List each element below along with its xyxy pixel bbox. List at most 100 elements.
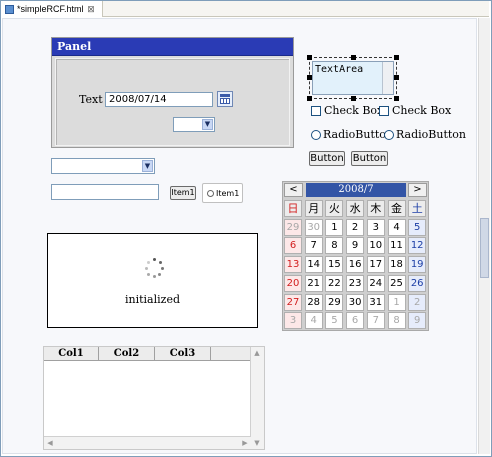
calendar-weekday: 火 — [325, 200, 344, 217]
radio-2[interactable] — [384, 130, 394, 140]
resize-handle[interactable] — [394, 75, 399, 80]
calendar-day[interactable]: 5 — [325, 312, 344, 330]
calendar-prev-button[interactable]: < — [284, 183, 303, 197]
calendar-day[interactable]: 17 — [366, 256, 385, 274]
resize-handle[interactable] — [307, 96, 312, 101]
calendar-day[interactable]: 11 — [387, 237, 406, 255]
calendar-day[interactable]: 27 — [284, 293, 302, 311]
calendar-day[interactable]: 9 — [346, 237, 365, 255]
column-header[interactable]: Col3 — [155, 347, 211, 361]
chevron-down-icon[interactable]: ▼ — [142, 160, 153, 172]
calendar-weekday: 土 — [408, 200, 427, 217]
button-2[interactable]: Button — [351, 151, 388, 166]
item-button[interactable]: Item1 — [170, 186, 196, 200]
calendar-day[interactable]: 8 — [387, 312, 406, 330]
calendar-day[interactable]: 1 — [387, 293, 406, 311]
calendar-next-button[interactable]: > — [408, 183, 427, 197]
calendar-day[interactable]: 5 — [408, 218, 427, 236]
calendar-day[interactable]: 19 — [408, 256, 427, 274]
resize-handle[interactable] — [307, 75, 312, 80]
calendar-day[interactable]: 16 — [346, 256, 365, 274]
column-header-filler — [211, 347, 251, 361]
calendar-day[interactable]: 8 — [325, 237, 344, 255]
calendar-day[interactable]: 31 — [366, 293, 385, 311]
date-field-label: Text — [79, 93, 103, 106]
item-radio-label: Item1 — [216, 188, 240, 198]
calendar-day[interactable]: 4 — [304, 312, 323, 330]
html-file-icon — [5, 4, 14, 14]
calendar-day[interactable]: 3 — [284, 312, 302, 330]
combo-select[interactable]: ▼ — [51, 158, 155, 174]
calendar-day[interactable]: 14 — [304, 256, 323, 274]
calendar-day[interactable]: 26 — [408, 274, 427, 292]
calendar-day[interactable]: 9 — [408, 312, 427, 330]
checkbox-2-label: Check Box — [392, 104, 452, 117]
calendar-widget: < 2008/7 > 日月火水木金土 29 30 1 2 3 4 5 6 7 8 9 10 11 12 13 1… — [282, 181, 429, 331]
calendar-day[interactable]: 21 — [304, 274, 323, 292]
radio-2-label: RadioButton — [396, 128, 466, 141]
calendar-day[interactable]: 20 — [284, 274, 302, 292]
radio-1[interactable] — [311, 130, 321, 140]
calendar-day[interactable]: 10 — [366, 237, 385, 255]
calendar-day[interactable]: 7 — [304, 237, 323, 255]
scroll-left-icon[interactable]: ◀ — [44, 437, 56, 449]
calendar-month-title: 2008/7 — [306, 183, 406, 197]
calendar-weekday: 月 — [304, 200, 323, 217]
calendar-day[interactable]: 4 — [387, 218, 406, 236]
item-radio-button[interactable]: Item1 — [202, 183, 243, 203]
calendar-day[interactable]: 12 — [408, 237, 427, 255]
resize-handle[interactable] — [307, 55, 312, 60]
close-icon[interactable]: ⊠ — [87, 4, 96, 14]
column-header[interactable]: Col1 — [44, 347, 99, 361]
resize-handle[interactable] — [394, 96, 399, 101]
scrollbar-thumb[interactable] — [480, 218, 489, 278]
calendar-day[interactable]: 23 — [346, 274, 365, 292]
calendar-day[interactable]: 29 — [325, 293, 344, 311]
calendar-day[interactable]: 22 — [325, 274, 344, 292]
scroll-down-icon[interactable]: ▼ — [251, 437, 263, 449]
column-header[interactable]: Col2 — [99, 347, 155, 361]
chevron-down-icon[interactable]: ▼ — [202, 119, 213, 130]
calendar-day[interactable]: 2 — [408, 293, 427, 311]
calendar-day[interactable]: 30 — [304, 218, 323, 236]
table-vertical-scrollbar[interactable]: ▲ ▼ — [250, 347, 264, 449]
data-table[interactable]: Col1 Col2 Col3 ▲ ▼ ◀ ▶ — [43, 346, 265, 450]
calendar-weekday: 木 — [366, 200, 385, 217]
resize-handle[interactable] — [351, 55, 356, 60]
radio-1-label: RadioButton — [323, 128, 393, 141]
button-1[interactable]: Button — [309, 151, 345, 166]
calendar-day[interactable]: 25 — [387, 274, 406, 292]
table-horizontal-scrollbar[interactable]: ◀ ▶ — [44, 436, 251, 449]
calendar-day[interactable]: 18 — [387, 256, 406, 274]
loading-spinner-icon — [145, 258, 165, 278]
calendar-day[interactable]: 6 — [346, 312, 365, 330]
checkbox-1[interactable] — [311, 106, 321, 116]
calendar-day[interactable]: 29 — [284, 218, 302, 236]
calendar-day[interactable]: 2 — [346, 218, 365, 236]
calendar-day[interactable]: 15 — [325, 256, 344, 274]
canvas-vertical-scrollbar[interactable] — [478, 18, 490, 454]
calendar-day[interactable]: 13 — [284, 256, 302, 274]
calendar-day[interactable]: 24 — [366, 274, 385, 292]
scroll-up-icon[interactable]: ▲ — [251, 347, 263, 359]
calendar-icon[interactable] — [217, 91, 233, 107]
editor-tab-title: *simpleRCF.html — [17, 4, 84, 14]
calendar-day[interactable]: 1 — [325, 218, 344, 236]
resize-handle[interactable] — [394, 55, 399, 60]
calendar-day[interactable]: 30 — [346, 293, 365, 311]
radio-indicator-icon — [207, 189, 214, 197]
text-field[interactable] — [51, 184, 159, 200]
checkbox-2[interactable] — [379, 106, 389, 116]
calendar-day[interactable]: 3 — [366, 218, 385, 236]
calendar-day[interactable]: 6 — [284, 237, 302, 255]
scroll-right-icon[interactable]: ▶ — [239, 437, 251, 449]
editor-tab[interactable]: *simpleRCF.html ⊠ — [1, 1, 103, 17]
panel-combo-select[interactable]: ▼ — [173, 117, 215, 132]
resize-handle[interactable] — [351, 96, 356, 101]
calendar-weekday: 水 — [346, 200, 365, 217]
date-input[interactable]: 2008/07/14 — [105, 92, 213, 107]
calendar-day[interactable]: 7 — [366, 312, 385, 330]
calendar-weekday: 日 — [284, 200, 302, 217]
calendar-day[interactable]: 28 — [304, 293, 323, 311]
panel-title: Panel — [52, 38, 293, 56]
